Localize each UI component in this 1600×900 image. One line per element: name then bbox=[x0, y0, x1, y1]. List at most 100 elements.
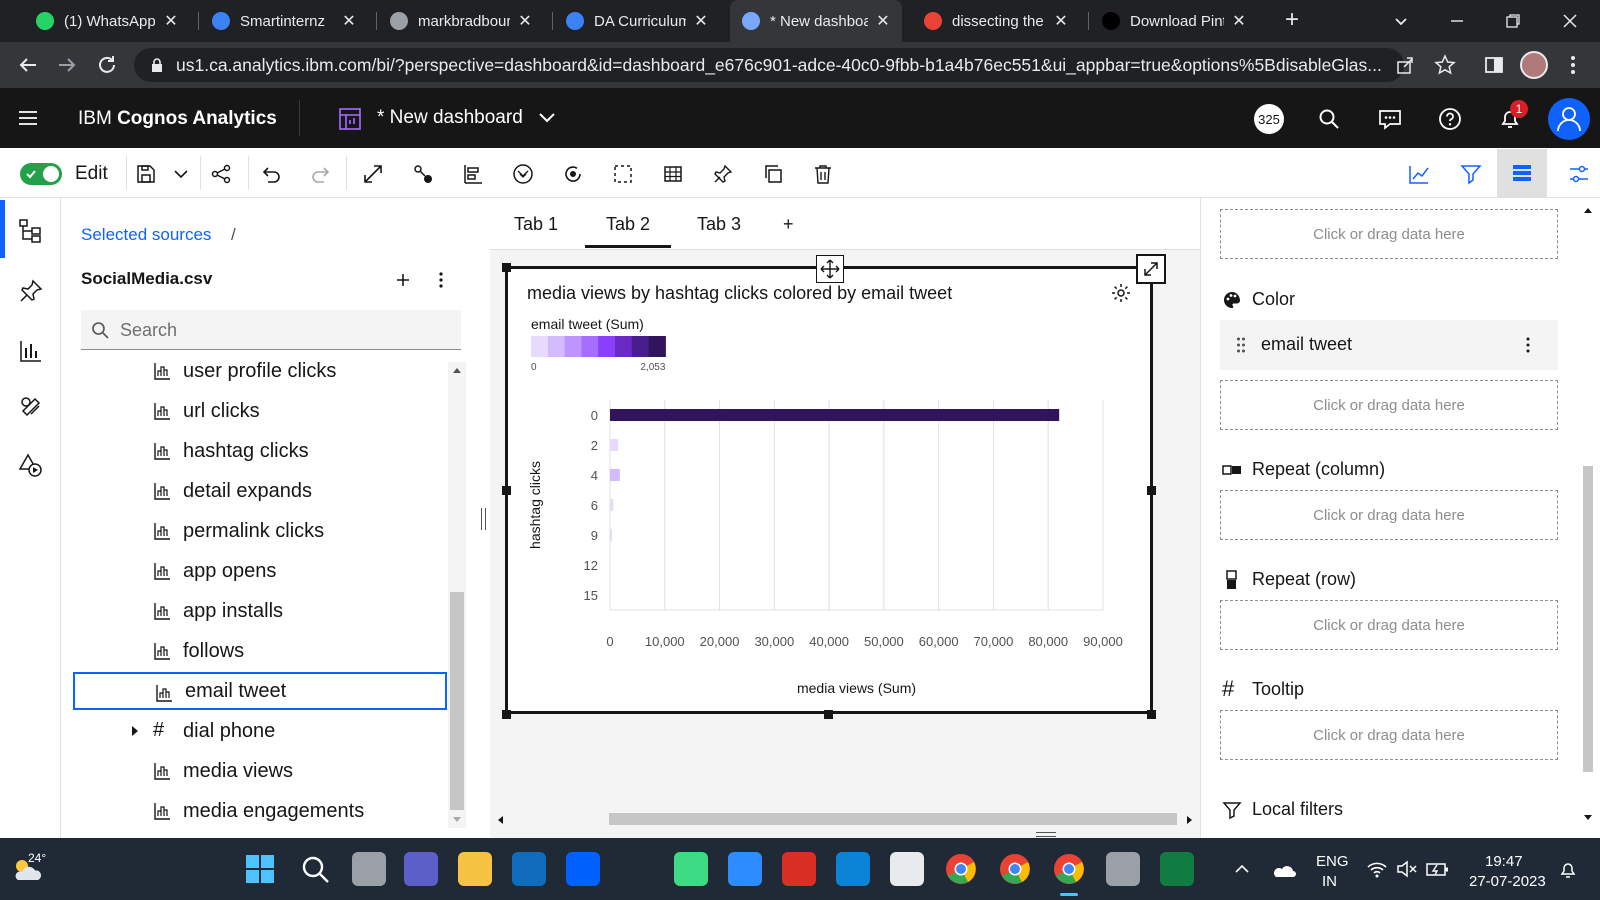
dashboard-menu-chevron-icon[interactable] bbox=[537, 110, 557, 126]
battery-icon[interactable] bbox=[1426, 860, 1450, 878]
search-icon[interactable] bbox=[1318, 108, 1340, 130]
new-tab-button[interactable]: + bbox=[1280, 8, 1304, 32]
redo-icon[interactable] bbox=[310, 163, 332, 185]
close-tab-icon[interactable]: ✕ bbox=[874, 11, 892, 31]
field-item[interactable]: # dial phone bbox=[73, 712, 447, 750]
undo-icon[interactable] bbox=[260, 163, 282, 185]
browser-tab[interactable]: markbradbourn ✕ bbox=[378, 0, 544, 42]
android-studio-icon[interactable] bbox=[674, 852, 708, 886]
close-window-icon[interactable] bbox=[1561, 12, 1579, 30]
share-icon[interactable] bbox=[210, 163, 232, 185]
copy-icon[interactable] bbox=[762, 163, 784, 185]
settings-sliders-icon[interactable] bbox=[1568, 163, 1590, 185]
field-item[interactable]: app opens bbox=[73, 552, 447, 590]
forward-icon[interactable] bbox=[56, 54, 78, 76]
align-icon[interactable] bbox=[462, 163, 484, 185]
connections-icon[interactable] bbox=[412, 163, 434, 185]
close-tab-icon[interactable]: ✕ bbox=[340, 11, 358, 31]
tab-search-icon[interactable] bbox=[1392, 12, 1410, 30]
wps-office-icon[interactable] bbox=[782, 852, 816, 886]
save-icon[interactable] bbox=[135, 163, 157, 185]
clock-time[interactable]: 19:47 bbox=[1485, 853, 1523, 870]
close-tab-icon[interactable]: ✕ bbox=[516, 11, 534, 31]
pin-rail-icon[interactable] bbox=[18, 278, 44, 304]
tab-2[interactable]: Tab 2 bbox=[606, 214, 650, 235]
filter-widget-icon[interactable] bbox=[512, 163, 534, 185]
task-view-icon[interactable] bbox=[352, 852, 386, 886]
insights-icon[interactable] bbox=[1408, 163, 1430, 185]
table-icon[interactable] bbox=[662, 163, 684, 185]
widgets-icon[interactable] bbox=[18, 394, 44, 420]
add-source-icon[interactable] bbox=[395, 272, 411, 288]
delete-icon[interactable] bbox=[812, 163, 834, 185]
volume-muted-icon[interactable] bbox=[1396, 860, 1418, 878]
settings-gear-icon[interactable] bbox=[1106, 852, 1140, 886]
browser-tab[interactable]: DA Curriculum ✕ bbox=[554, 0, 720, 42]
browser-tab[interactable]: dissecting the ✕ bbox=[912, 0, 1080, 42]
edge-icon[interactable] bbox=[836, 852, 870, 886]
share-page-icon[interactable] bbox=[1395, 55, 1415, 75]
user-avatar[interactable] bbox=[1548, 98, 1590, 140]
bookmark-star-icon[interactable] bbox=[1434, 54, 1456, 76]
canvas-scrollbar[interactable] bbox=[490, 810, 1200, 828]
drop-zone[interactable]: Click or drag data here bbox=[1220, 380, 1558, 430]
browser-tab[interactable]: Smartinternz ✕ bbox=[200, 0, 368, 42]
resize-handle[interactable] bbox=[1147, 710, 1156, 719]
properties-scrollbar[interactable] bbox=[1580, 200, 1596, 830]
close-tab-icon[interactable]: ✕ bbox=[162, 11, 180, 31]
usage-badge[interactable]: 325 bbox=[1254, 104, 1284, 134]
dropbox-icon[interactable] bbox=[566, 852, 600, 886]
address-bar[interactable]: us1.ca.analytics.ibm.com/bi/?perspective… bbox=[134, 48, 1404, 82]
drop-zone[interactable]: Click or drag data here bbox=[1220, 710, 1558, 760]
drop-zone[interactable]: Click or drag data here bbox=[1220, 209, 1558, 259]
add-tab-button[interactable]: + bbox=[783, 214, 794, 235]
browser-tab[interactable]: * New dashboa ✕ bbox=[730, 0, 902, 42]
tab-1[interactable]: Tab 1 bbox=[514, 214, 558, 235]
save-menu-chevron-icon[interactable] bbox=[170, 163, 192, 185]
maximize-widget-icon[interactable] bbox=[1136, 254, 1166, 284]
help-icon[interactable] bbox=[1438, 107, 1462, 131]
select-area-icon[interactable] bbox=[612, 163, 634, 185]
source-name[interactable]: SocialMedia.csv bbox=[81, 269, 212, 289]
sources-tree-icon[interactable] bbox=[18, 218, 44, 244]
app-brand[interactable]: IBM Cognos Analytics bbox=[78, 108, 277, 130]
close-tab-icon[interactable]: ✕ bbox=[1052, 11, 1070, 31]
properties-panel-toggle[interactable] bbox=[1497, 149, 1547, 197]
snipping-tool-icon[interactable] bbox=[890, 852, 924, 886]
shapes-media-icon[interactable] bbox=[18, 452, 44, 478]
color-field-slot[interactable]: email tweet bbox=[1220, 320, 1558, 370]
field-item[interactable]: email tweet bbox=[73, 672, 447, 710]
chrome-profile-icon[interactable] bbox=[998, 852, 1032, 886]
zoom-icon[interactable] bbox=[728, 852, 762, 886]
pin-icon[interactable] bbox=[712, 163, 734, 185]
hamburger-menu-icon[interactable] bbox=[18, 109, 38, 127]
file-explorer-icon[interactable] bbox=[458, 852, 492, 886]
resize-handle[interactable] bbox=[824, 710, 833, 719]
source-overflow-menu-icon[interactable] bbox=[437, 271, 445, 289]
edit-mode-toggle[interactable] bbox=[20, 163, 62, 185]
back-icon[interactable] bbox=[17, 54, 39, 76]
dashboard-title[interactable]: * New dashboard bbox=[377, 107, 523, 129]
search-input[interactable]: Search bbox=[81, 310, 461, 350]
start-windows-icon[interactable] bbox=[243, 852, 277, 886]
properties-scroll-thumb[interactable] bbox=[1583, 466, 1593, 772]
field-item[interactable]: media views bbox=[73, 752, 447, 790]
expand-caret-icon[interactable] bbox=[130, 725, 140, 737]
profile-avatar[interactable] bbox=[1520, 51, 1548, 79]
drop-zone[interactable]: Click or drag data here bbox=[1220, 490, 1558, 540]
filters-icon[interactable] bbox=[1460, 163, 1482, 185]
notification-center-icon[interactable] bbox=[1558, 860, 1578, 880]
close-tab-icon[interactable]: ✕ bbox=[1230, 11, 1248, 31]
panel-resize-handle[interactable] bbox=[481, 508, 486, 530]
mail-icon[interactable] bbox=[512, 852, 546, 886]
breadcrumb-selected-sources[interactable]: Selected sources bbox=[81, 225, 211, 245]
field-list-scroll-thumb[interactable] bbox=[450, 592, 464, 810]
field-item[interactable]: hashtag clicks bbox=[73, 432, 447, 470]
drag-handle-icon[interactable] bbox=[1236, 336, 1246, 354]
onedrive-icon[interactable] bbox=[1272, 862, 1296, 878]
visualizations-icon[interactable] bbox=[18, 338, 44, 364]
teams-chat-icon[interactable] bbox=[404, 852, 438, 886]
resize-handle[interactable] bbox=[502, 710, 511, 719]
browser-menu-icon[interactable] bbox=[1566, 54, 1580, 76]
field-item[interactable]: url clicks bbox=[73, 392, 447, 430]
